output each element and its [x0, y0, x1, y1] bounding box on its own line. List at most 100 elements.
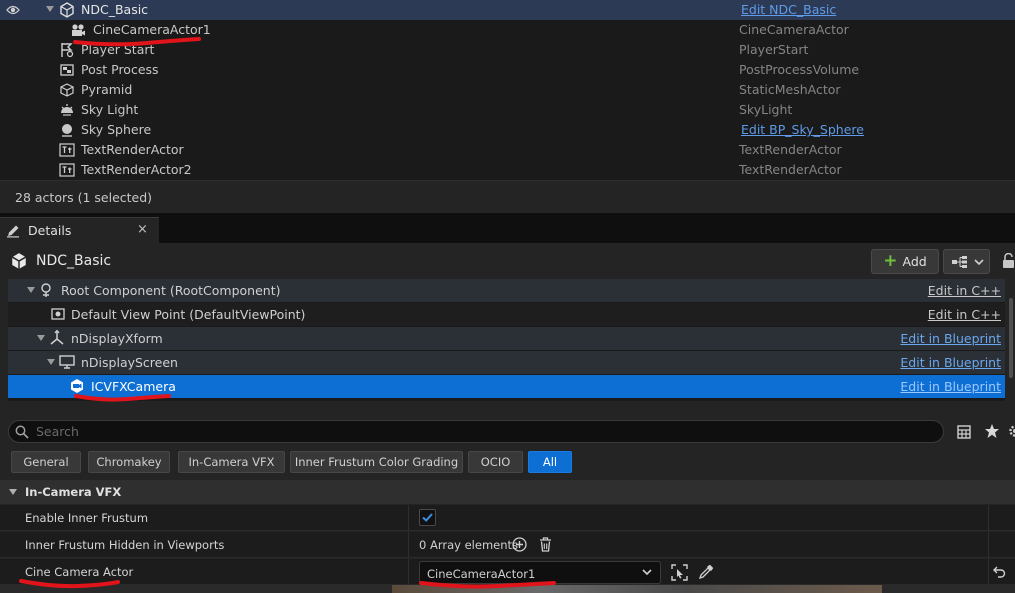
gear-icon[interactable] [1008, 424, 1015, 438]
star-icon[interactable] [984, 423, 1000, 439]
property-label: Inner Frustum Hidden in Viewports [25, 538, 225, 552]
filter-general[interactable]: General [11, 451, 81, 473]
sky-sphere-icon [62, 124, 72, 137]
tab-details-label: Details [28, 223, 72, 238]
details-search [8, 420, 944, 443]
component-row-default-view-point[interactable]: Default View Point (DefaultViewPoint) Ed… [8, 303, 1005, 326]
outliner-status-bar: 28 actors (1 selected) [0, 180, 1015, 213]
array-count: 0 Array elements [419, 538, 519, 552]
trash-icon[interactable] [539, 537, 552, 552]
outliner-row-name: Post Process [81, 62, 159, 77]
column-divider [988, 532, 989, 558]
outliner-row-type: StaticMeshActor [739, 82, 841, 97]
static-mesh-icon [60, 83, 74, 97]
components-scrollbar[interactable] [1009, 298, 1013, 378]
column-divider [988, 505, 989, 531]
outliner-row-type: CineCameraActor [739, 22, 849, 37]
filter-in-camera-vfx[interactable]: In-Camera VFX [178, 451, 285, 473]
expand-arrow-icon[interactable] [37, 335, 45, 341]
outliner-row-ndc-basic[interactable]: NDC_Basic Edit NDC_Basic [0, 0, 1015, 20]
tab-details[interactable]: Details × [0, 217, 159, 243]
add-button-label: Add [902, 254, 927, 269]
column-divider[interactable] [408, 559, 409, 585]
outliner-row-name: Pyramid [81, 82, 133, 97]
expand-arrow-icon[interactable] [46, 6, 54, 12]
actor-name: NDC_Basic [36, 253, 112, 269]
details-tab-bar: Details × [0, 213, 1015, 243]
category-label: In-Camera VFX [25, 485, 122, 499]
actor-title: NDC_Basic [10, 252, 111, 270]
ndisplay-actor-icon [11, 253, 27, 269]
column-divider[interactable] [408, 532, 409, 558]
details-panel: NDC_Basic + Add Root Component (RootComp… [0, 243, 1015, 593]
outliner-row-name: Sky Sphere [81, 122, 152, 137]
reset-to-default-icon[interactable] [993, 566, 1006, 578]
components-tree: Root Component (RootComponent) Edit in C… [8, 279, 1005, 401]
outliner-row-type: SkyLight [739, 102, 793, 117]
outliner-row-type: PostProcessVolume [739, 62, 860, 77]
close-tab-icon[interactable]: × [137, 222, 148, 237]
root-component-icon [41, 283, 51, 297]
outliner-row-name: TextRenderActor [81, 142, 184, 157]
actor-count: 28 actors (1 selected) [15, 190, 153, 205]
outliner-row-sky-light[interactable]: Sky Light SkyLight [0, 100, 1015, 120]
filter-ocio[interactable]: OCIO [468, 451, 523, 473]
text-render-icon [59, 163, 75, 177]
property-enable-inner-frustum: Enable Inner Frustum [0, 505, 1015, 531]
red-underline-annotation [73, 37, 201, 47]
view-point-icon [51, 308, 65, 320]
edit-ndc-basic-link[interactable]: Edit NDC_Basic [741, 2, 836, 17]
category-in-camera-vfx[interactable]: In-Camera VFX [0, 480, 1015, 504]
checkmark-icon [422, 513, 433, 522]
expand-arrow-icon[interactable] [27, 287, 35, 293]
outliner-row-type: TextRenderActor [739, 162, 842, 177]
collapse-arrow-icon[interactable] [9, 489, 17, 495]
component-row-root[interactable]: Root Component (RootComponent) Edit in C… [8, 279, 1005, 302]
filter-all[interactable]: All [528, 451, 572, 473]
add-component-button[interactable]: + Add [871, 249, 939, 274]
component-name: nDisplayScreen [81, 355, 178, 370]
outliner-row-pyramid[interactable]: Pyramid StaticMeshActor [0, 80, 1015, 100]
enable-inner-frustum-checkbox[interactable] [419, 509, 436, 526]
search-input[interactable] [36, 423, 916, 440]
expand-arrow-icon[interactable] [47, 359, 55, 365]
outliner-row-sky-sphere[interactable]: Sky Sphere Edit BP_Sky_Sphere [0, 120, 1015, 140]
component-name: nDisplayXform [71, 331, 163, 346]
xform-icon [50, 330, 64, 345]
outliner-row-textrenderactor[interactable]: TextRenderActor TextRenderActor [0, 140, 1015, 160]
hierarchy-view-button[interactable] [943, 249, 990, 274]
edit-in-cpp-link[interactable]: Edit in C++ [928, 307, 1001, 322]
column-divider[interactable] [408, 505, 409, 531]
chevron-down-icon [642, 569, 652, 576]
outliner-row-name: Sky Light [81, 102, 139, 117]
edit-bp-sky-sphere-link[interactable]: Edit BP_Sky_Sphere [741, 122, 864, 137]
outliner-row-textrenderactor2[interactable]: TextRenderActor2 TextRenderActor [0, 160, 1015, 180]
outliner-row-post-process[interactable]: Post Process PostProcessVolume [0, 60, 1015, 80]
red-underline-annotation [419, 581, 556, 589]
text-render-icon [59, 143, 75, 157]
sky-light-icon [61, 104, 73, 116]
select-in-viewport-icon[interactable] [671, 564, 688, 581]
component-name: Default View Point (DefaultViewPoint) [71, 307, 306, 322]
column-divider [988, 559, 989, 585]
world-outliner: NDC_Basic Edit NDC_Basic CineCameraActor… [0, 0, 1015, 180]
ndisplay-actor-icon [60, 2, 74, 18]
edit-in-blueprint-link[interactable]: Edit in Blueprint [900, 331, 1001, 346]
edit-in-cpp-link[interactable]: Edit in C++ [928, 283, 1001, 298]
filter-chromakey[interactable]: Chromakey [88, 451, 170, 473]
component-name: Root Component (RootComponent) [61, 283, 281, 298]
component-row-ndisplayxform[interactable]: nDisplayXform Edit in Blueprint [8, 327, 1005, 350]
lock-icon[interactable] [1002, 253, 1015, 269]
add-element-icon[interactable] [512, 537, 527, 552]
edit-in-blueprint-link[interactable]: Edit in Blueprint [900, 379, 1001, 394]
chevron-down-icon [974, 259, 984, 266]
component-row-ndisplayscreen[interactable]: nDisplayScreen Edit in Blueprint [8, 351, 1005, 374]
red-underline-annotation [19, 579, 120, 589]
eyedropper-icon[interactable] [698, 564, 714, 580]
outliner-row-name: NDC_Basic [81, 2, 149, 17]
table-view-icon[interactable] [957, 425, 971, 439]
visibility-eye-icon[interactable] [6, 4, 20, 16]
red-underline-annotation [74, 394, 171, 402]
filter-inner-frustum-color-grading[interactable]: Inner Frustum Color Grading [290, 451, 463, 473]
edit-in-blueprint-link[interactable]: Edit in Blueprint [900, 355, 1001, 370]
